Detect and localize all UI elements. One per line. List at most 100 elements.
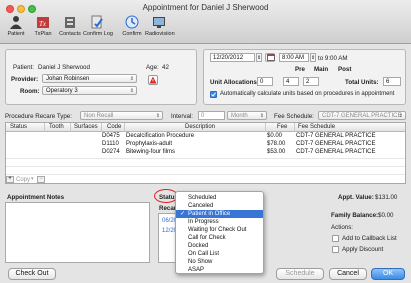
row-fee: $53.00 [267, 149, 286, 155]
toolbar-label: Contacts [59, 31, 81, 37]
provider-value: Johan Robinsen [46, 76, 90, 82]
toolbar-label: Confirm Log [83, 31, 113, 37]
room-select[interactable]: Operatory 3 ⇕ [42, 86, 137, 95]
toolbar-patient-button[interactable]: Patient [2, 15, 30, 43]
notes-label: Appointment Notes [7, 194, 65, 201]
toolbar-confirm-log-button[interactable]: Confirm Log [83, 15, 113, 43]
cancel-button[interactable]: Cancel [329, 268, 367, 280]
column-header-status[interactable]: Status [10, 123, 27, 132]
interval-unit-value: Month [231, 113, 248, 119]
column-header-description[interactable]: Description [185, 123, 215, 132]
recare-type-value: Non Recall [84, 113, 114, 119]
status-option-waiting-for-check-out[interactable]: Waiting for Check Out [176, 226, 263, 234]
row-description: Bitewing-four films [126, 149, 176, 155]
row-code: D0274 [102, 149, 120, 155]
chevron-updown-icon: ⇕ [259, 113, 264, 119]
room-value: Operatory 3 [46, 88, 78, 94]
fee-schedule-label: Fee Schedule: [274, 113, 314, 120]
schedule-button[interactable]: Schedule [276, 268, 324, 280]
table-row[interactable]: D0475 Decalcification Procedure $0.00 CD… [6, 133, 405, 141]
interval-label: Interval: [171, 113, 194, 120]
post-units-field[interactable]: 2 [303, 77, 319, 86]
toolbar-contacts-button[interactable]: Contacts [56, 15, 84, 43]
row-fee: $0.00 [267, 133, 283, 139]
row-description: Decalcification Procedure [126, 133, 195, 139]
status-option-no-show[interactable]: No Show [176, 258, 263, 266]
pre-label: Pre [295, 66, 305, 73]
column-header-fee-schedule[interactable]: Fee Schedule [298, 123, 335, 132]
status-option-canceled[interactable]: Canceled [176, 202, 263, 210]
appointment-notes-field[interactable] [5, 202, 150, 263]
alert-button[interactable] [148, 75, 158, 85]
calendar-button[interactable] [265, 53, 275, 62]
option-label: Canceled [188, 203, 214, 209]
interval-unit-select[interactable]: Month ⇕ [227, 111, 267, 120]
toolbar-radiovisiion-button[interactable]: Radiovisiion [145, 15, 175, 43]
status-option-patient-in-office[interactable]: ✓ Patient in Office [176, 210, 263, 218]
contacts-icon [65, 17, 75, 28]
provider-label: Provider: [11, 76, 39, 83]
row-fee-schedule: CDT-7 GENERAL PRACTICE [296, 141, 376, 147]
main-units-field[interactable]: 4 [283, 77, 299, 86]
total-units-field[interactable]: 6 [383, 77, 401, 86]
row-fee: $78.00 [267, 141, 286, 147]
unit-allocations-label: Unit Allocations: [210, 79, 259, 86]
window-title: Appointment for Daniel J Sherwood [142, 3, 269, 12]
room-label: Room: [20, 88, 40, 95]
toolbar-txplan-button[interactable]: Tx TxPlan [29, 15, 57, 43]
auto-calc-label: Automatically calculate units based on p… [220, 91, 395, 97]
discount-checkbox[interactable] [332, 246, 339, 253]
provider-select[interactable]: Johan Robinsen ⇕ [42, 74, 137, 83]
patient-name: Daniel J Sherwood [38, 64, 90, 71]
appt-value-label: Appt. Value: [338, 194, 374, 201]
post-label: Post [338, 66, 352, 73]
option-label: In Progress [188, 219, 219, 225]
interval-field[interactable]: 0 [198, 111, 225, 120]
date-stepper[interactable]: ⇕ [256, 53, 262, 62]
copy-procedure-button[interactable]: Copy [16, 177, 30, 183]
checkmark-icon [211, 92, 216, 97]
checkmark-icon: ✓ [180, 211, 186, 217]
date-field[interactable]: 12/20/2012 [210, 53, 255, 62]
table-row[interactable]: D0274 Bitewing-four films $53.00 CDT-7 G… [6, 149, 405, 157]
status-option-scheduled[interactable]: Scheduled [176, 194, 263, 202]
status-option-asap[interactable]: ASAP [176, 266, 263, 274]
pre-units-field[interactable]: 0 [257, 77, 273, 86]
option-label: Waiting for Check Out [188, 227, 247, 233]
family-balance-value: $0.00 [378, 212, 394, 219]
option-label: Patient in Office [188, 211, 231, 217]
family-balance-label: Family Balance: [331, 212, 379, 219]
column-header-code[interactable]: Code [107, 123, 121, 132]
fee-schedule-select[interactable]: CDT-7 GENERAL PRACTICE ⇕ [318, 111, 406, 120]
ok-button[interactable]: OK [371, 268, 405, 280]
discount-label: Apply Discount [342, 246, 384, 253]
toolbar-label: TxPlan [34, 31, 52, 37]
end-time-label: to 9:00 AM [318, 55, 348, 62]
toolbar-confirm-button[interactable]: Confirm [118, 15, 146, 43]
column-header-fee[interactable]: Fee [277, 123, 287, 132]
confirm-icon [125, 15, 139, 29]
auto-calc-checkbox[interactable] [210, 91, 217, 98]
callback-checkbox[interactable] [332, 235, 339, 242]
main-label: Main [314, 66, 329, 73]
add-procedure-button[interactable]: + [6, 176, 14, 183]
status-option-in-progress[interactable]: In Progress [176, 218, 263, 226]
toolbar-label: Patient [7, 31, 25, 37]
appt-value: $131.00 [375, 194, 398, 201]
check-out-button[interactable]: Check Out [8, 268, 56, 280]
table-row[interactable]: D1110 Prophylaxis-adult $78.00 CDT-7 GEN… [6, 141, 405, 149]
status-option-call-for-check[interactable]: Call for Check [176, 234, 263, 242]
option-label: Scheduled [188, 195, 217, 201]
recare-type-select[interactable]: Non Recall ⇕ [80, 111, 163, 120]
column-header-tooth[interactable]: Tooth [49, 123, 64, 132]
remove-procedure-button[interactable]: − [37, 176, 45, 183]
column-header-surfaces[interactable]: Surfaces [74, 123, 98, 132]
svg-text:Tx: Tx [39, 20, 47, 28]
status-option-on-call-list[interactable]: On Call List [176, 250, 263, 258]
status-option-docked[interactable]: Docked [176, 242, 263, 250]
toolbar-label: Confirm [122, 31, 142, 37]
patient-label: Patient: [13, 64, 34, 71]
chevron-updown-icon: ⇕ [155, 113, 160, 119]
time-stepper[interactable]: ⇕ [310, 53, 316, 62]
start-time-field[interactable]: 8:00 AM [279, 53, 309, 62]
